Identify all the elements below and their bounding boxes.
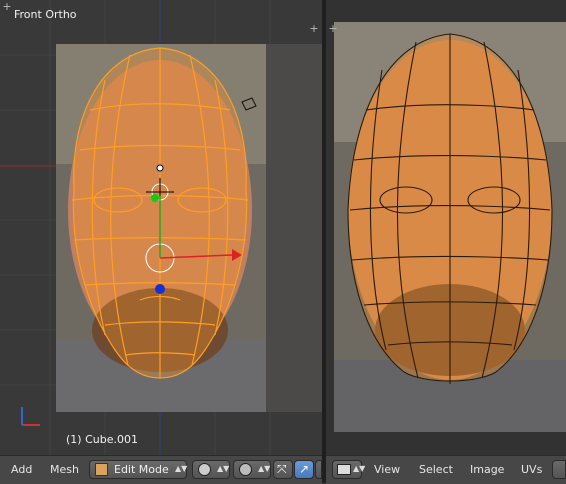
mesh-menu[interactable]: Mesh	[50, 463, 79, 476]
manipulator-toggle[interactable]: ⤧	[273, 460, 293, 479]
chevron-down-icon: ▲▼	[353, 464, 366, 473]
viewport-canvas[interactable]	[0, 0, 322, 455]
viewport-title: Front Ortho	[14, 8, 77, 21]
translate-manipulator-button[interactable]: ↗	[294, 460, 314, 479]
select-menu[interactable]: Select	[419, 463, 453, 476]
mode-cube-icon	[95, 463, 108, 476]
editor-type-icon	[337, 464, 351, 475]
rotate-manipulator-button[interactable]	[315, 460, 322, 479]
image-menu[interactable]: Image	[470, 463, 504, 476]
uvs-menu[interactable]: UVs	[521, 463, 542, 476]
chevron-down-icon: ▲▼	[217, 464, 230, 473]
editor-type-button[interactable]: ▲▼	[332, 460, 366, 479]
plus-icon[interactable]: +	[328, 23, 338, 34]
uv-mesh-wireframe[interactable]	[347, 33, 553, 384]
overflow-button[interactable]	[552, 460, 566, 479]
uv-editor-header: ▲▼ View Select Image UVs	[326, 455, 566, 484]
3d-viewport[interactable]: Front Ortho + + (1) Cube.001	[0, 0, 322, 455]
plus-icon[interactable]: +	[309, 23, 319, 34]
translate-arrow-icon: ↗	[299, 462, 310, 476]
chevron-down-icon: ▲▼	[175, 464, 188, 473]
axis-icon	[21, 407, 40, 426]
pivot-icon	[239, 463, 252, 476]
add-menu[interactable]: Add	[11, 463, 32, 476]
chevron-down-icon: ▲▼	[258, 464, 271, 473]
shading-sphere-icon	[198, 463, 211, 476]
uv-canvas[interactable]	[326, 0, 566, 455]
mode-label: Edit Mode	[114, 463, 169, 476]
transform-manipulator-icon: ⤧	[277, 462, 287, 476]
mode-selector[interactable]: Edit Mode ▲▼	[89, 460, 187, 479]
uv-editor-viewport[interactable]: +	[326, 0, 566, 455]
pivot-point-button[interactable]: ▲▼	[233, 460, 271, 479]
plus-icon[interactable]: +	[2, 1, 12, 12]
3d-view-header: Add Mesh Edit Mode ▲▼ ▲▼ ▲▼ ⤧ ↗	[0, 455, 322, 484]
viewport-shading-button[interactable]: ▲▼	[192, 460, 230, 479]
object-status: (1) Cube.001	[66, 433, 138, 446]
view-menu[interactable]: View	[374, 463, 400, 476]
